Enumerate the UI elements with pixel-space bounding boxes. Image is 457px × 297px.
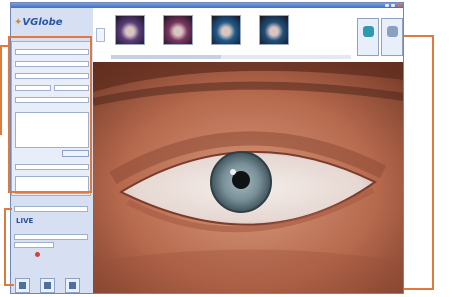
notes-textarea[interactable]	[15, 112, 89, 148]
bottom-toolbar	[15, 278, 91, 293]
home-icon	[44, 282, 51, 289]
callout-box-left	[8, 36, 10, 193]
folder-icon-button[interactable]	[15, 278, 30, 293]
live-label: LIVE	[16, 217, 34, 225]
callout-box-bottom	[8, 191, 92, 193]
live-capture-panel: LIVE	[11, 204, 91, 272]
callout-box-right	[90, 36, 92, 193]
minimize-button[interactable]	[385, 4, 389, 7]
capture-field[interactable]	[14, 206, 88, 212]
capture-button[interactable]	[357, 18, 379, 56]
app-logo: ✦VGlobe	[14, 17, 63, 28]
callout-line-left-vertical	[0, 45, 2, 135]
logo-text: VGlobe	[22, 17, 63, 28]
apply-button[interactable]	[62, 150, 89, 157]
left-sidebar: ✦VGlobe LIVE	[11, 8, 93, 293]
thumbnail-1[interactable]	[115, 15, 145, 45]
thumbnail-scrollbar[interactable]	[111, 55, 351, 59]
patient-info-panel	[11, 41, 91, 196]
print-icon	[69, 282, 76, 289]
info-field-7[interactable]	[15, 164, 89, 170]
capture-value-field[interactable]	[14, 242, 54, 248]
info-field-2[interactable]	[15, 61, 89, 67]
capture-setting-field[interactable]	[14, 234, 88, 240]
callout-bracket-lower-bottom	[4, 284, 14, 286]
info-field-6[interactable]	[15, 97, 89, 103]
maximize-button[interactable]	[391, 4, 395, 7]
scrollbar-thumb[interactable]	[111, 55, 221, 59]
thumbnail-2[interactable]	[163, 15, 193, 45]
scroll-left-arrow-icon[interactable]	[96, 28, 105, 42]
folder-icon	[19, 282, 26, 289]
callout-right-top	[404, 35, 432, 37]
thumbnail-strip	[93, 8, 403, 63]
info-field-3[interactable]	[15, 73, 89, 79]
print-icon-button[interactable]	[65, 278, 80, 293]
callout-box-top	[8, 36, 92, 38]
thumbnail-3[interactable]	[211, 15, 241, 45]
callout-right-vertical	[432, 35, 434, 290]
close-button[interactable]	[397, 4, 401, 7]
save-button[interactable]	[381, 18, 403, 56]
main-image-viewer[interactable]	[93, 62, 403, 293]
info-field-4[interactable]	[15, 85, 51, 91]
callout-bracket-lower-left	[4, 208, 6, 286]
home-icon-button[interactable]	[40, 278, 55, 293]
eye-image	[93, 62, 403, 293]
thumbnail-4[interactable]	[259, 15, 289, 45]
application-window: ✦VGlobe LIVE	[10, 2, 404, 294]
callout-bracket-lower-top	[4, 208, 12, 210]
camera-icon	[363, 26, 374, 37]
callout-right-bottom	[404, 288, 434, 290]
info-field-5[interactable]	[54, 85, 89, 91]
info-field-1[interactable]	[15, 49, 89, 55]
record-indicator-icon[interactable]	[35, 252, 40, 257]
save-icon	[387, 26, 398, 37]
